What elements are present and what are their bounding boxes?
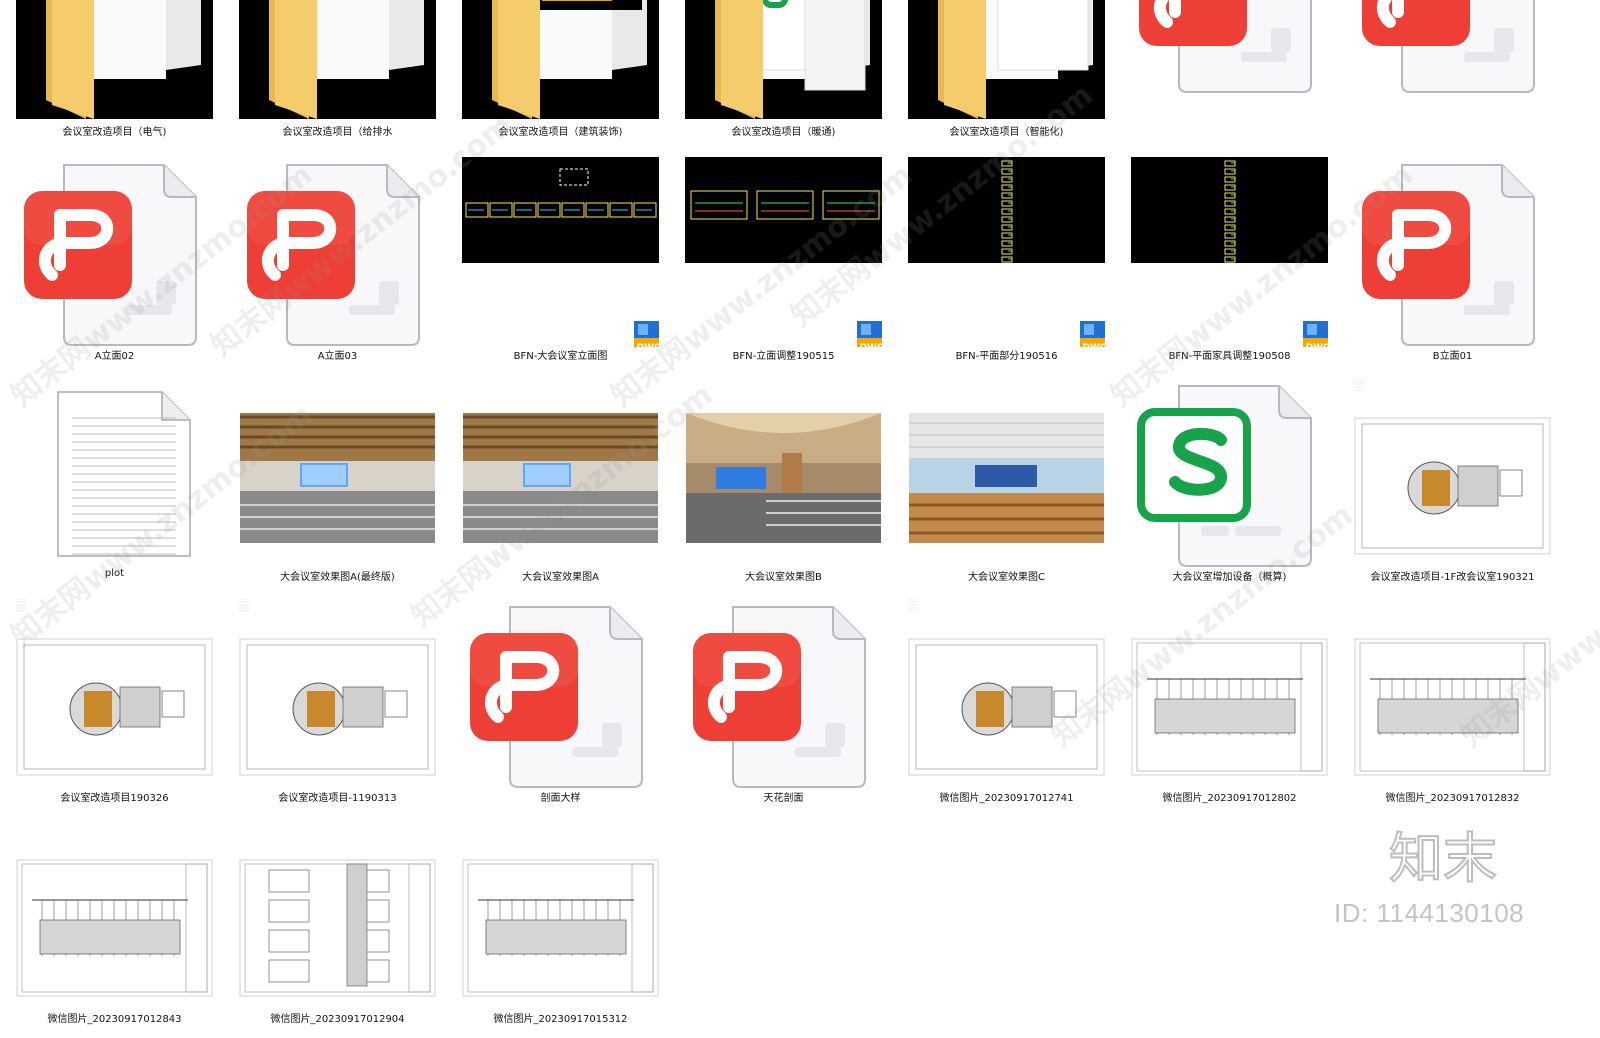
file-item[interactable]: 会议室改造项目190326	[8, 599, 221, 817]
drawing-thumbnail[interactable]	[1354, 599, 1551, 789]
dwg-icon: DWG	[634, 321, 659, 347]
file-item[interactable]: A立面02	[8, 157, 221, 375]
file-name-label: 大会议室效果图B	[745, 572, 822, 583]
text-file-icon[interactable]	[16, 378, 213, 568]
brand-watermark-id: ID: 1144130108	[1334, 898, 1525, 928]
file-name-label: 微信图片_20230917012802	[1162, 793, 1297, 804]
file-item[interactable]: A立面03	[231, 157, 444, 375]
folder-icon[interactable]	[685, 0, 882, 119]
dwg-file-thumbnail[interactable]: DWG	[908, 157, 1105, 347]
pdf-icon[interactable]	[1354, 0, 1551, 94]
file-item[interactable]: 微信图片_20230917012904	[231, 820, 444, 1038]
file-item[interactable]: 微信图片_20230917012741	[900, 599, 1113, 817]
dwg-icon: DWG	[1303, 321, 1328, 347]
file-name-label: 天花剖面	[763, 793, 804, 804]
file-item[interactable]: DWG BFN-平面部分190516	[900, 157, 1113, 375]
file-name-label: 微信图片_20230917015312	[493, 1014, 628, 1025]
file-name-label: 微信图片_20230917012904	[270, 1014, 405, 1025]
drawing-thumbnail[interactable]	[1354, 378, 1551, 568]
file-name-label: 大会议室效果图C	[968, 572, 1045, 583]
folder-icon[interactable]	[462, 0, 659, 119]
file-item[interactable]: DWG BFN-立面调整190515	[677, 157, 890, 375]
file-name-label: BFN-平面家具调整190508	[1168, 351, 1291, 362]
image-thumbnail[interactable]	[239, 378, 436, 568]
file-item[interactable]: 会议室改造项目-1F改会议室190321	[1346, 378, 1559, 596]
folder-icon[interactable]	[16, 0, 213, 119]
drawing-thumbnail[interactable]	[462, 820, 659, 1010]
drawing-thumbnail[interactable]	[239, 820, 436, 1010]
file-item[interactable]: DWG BFN-平面家具调整190508	[1123, 157, 1336, 375]
file-item[interactable]: plot	[8, 378, 221, 596]
file-name-label: 会议室改造项目-1F改会议室190321	[1370, 572, 1535, 583]
file-name-label: 会议室改造项目（建筑装饰)	[498, 127, 623, 138]
file-item[interactable]: 大会议室效果图B	[677, 378, 890, 596]
file-item[interactable]: 大会议室增加设备（概算)	[1123, 378, 1336, 596]
file-name-label: 会议室改造项目190326	[60, 793, 169, 804]
spreadsheet-icon[interactable]	[1131, 378, 1328, 568]
pdf-icon[interactable]	[685, 599, 882, 789]
drawing-thumbnail[interactable]	[1131, 599, 1328, 789]
file-item[interactable]: 大会议室效果图C	[900, 378, 1113, 596]
file-name-label: 微信图片_20230917012843	[47, 1014, 182, 1025]
dwg-icon: DWG	[1080, 321, 1105, 347]
image-thumbnail[interactable]	[685, 378, 882, 568]
file-name-label: 剖面大样	[540, 793, 581, 804]
file-item[interactable]: 微信图片_20230917015312	[454, 820, 667, 1038]
file-item[interactable]: 微信图片_20230917012802	[1123, 599, 1336, 817]
dwg-file-thumbnail[interactable]: DWG	[462, 157, 659, 347]
file-name-label: 大会议室增加设备（概算)	[1172, 572, 1287, 583]
file-item[interactable]: DWG BFN-大会议室立面图	[454, 157, 667, 375]
brand-watermark-logo: 知末	[1388, 826, 1498, 891]
dwg-icon: DWG	[857, 321, 882, 347]
file-name-label: 会议室改造项目-1190313	[278, 793, 397, 804]
dwg-file-thumbnail[interactable]: DWG	[1131, 157, 1328, 347]
drawing-thumbnail[interactable]	[908, 599, 1105, 789]
file-item[interactable]: 微信图片_20230917012832	[1346, 599, 1559, 817]
file-item[interactable]: 会议室改造项目-1190313	[231, 599, 444, 817]
pdf-icon[interactable]	[239, 157, 436, 347]
file-name-label: BFN-大会议室立面图	[513, 351, 608, 362]
drawing-thumbnail[interactable]	[239, 599, 436, 789]
image-thumbnail[interactable]	[462, 378, 659, 568]
file-name-label: 会议室改造项目（电气)	[62, 127, 167, 138]
file-name-label: BFN-立面调整190515	[732, 351, 835, 362]
file-name-label: 会议室改造项目（给排水	[282, 127, 393, 138]
file-name-label: B立面01	[1432, 351, 1473, 362]
file-item[interactable]: 微信图片_20230917012843	[8, 820, 221, 1038]
file-name-label: plot	[104, 568, 125, 579]
pdf-icon[interactable]	[1131, 0, 1328, 94]
pdf-icon[interactable]	[16, 157, 213, 347]
file-name-label: 大会议室效果图A(最终版)	[280, 572, 395, 583]
file-grid: 会议室改造项目（电气) 会议室改造项目（给排水 会议室改造项目（建筑装饰) 会议…	[0, 0, 1600, 1025]
file-name-label: A立面03	[317, 351, 358, 362]
drawing-thumbnail[interactable]	[16, 599, 213, 789]
file-name-label: 会议室改造项目（暖通)	[731, 127, 836, 138]
file-name-label: 大会议室效果图A	[522, 572, 599, 583]
file-name-label: 微信图片_20230917012832	[1385, 793, 1520, 804]
file-item[interactable]: 天花剖面	[677, 599, 890, 817]
file-item[interactable]: 剖面大样	[454, 599, 667, 817]
file-item[interactable]: B立面01	[1346, 157, 1559, 375]
folder-icon[interactable]	[908, 0, 1105, 119]
folder-icon[interactable]	[239, 0, 436, 119]
dwg-file-thumbnail[interactable]: DWG	[685, 157, 882, 347]
file-name-label: BFN-平面部分190516	[955, 351, 1058, 362]
file-name-label: 微信图片_20230917012741	[939, 793, 1074, 804]
image-thumbnail[interactable]	[908, 378, 1105, 568]
file-name-label: A立面02	[94, 351, 135, 362]
file-name-label: 会议室改造项目（智能化)	[949, 127, 1064, 138]
drawing-thumbnail[interactable]	[16, 820, 213, 1010]
pdf-icon[interactable]	[1354, 157, 1551, 347]
file-item[interactable]: 大会议室效果图A	[454, 378, 667, 596]
file-item[interactable]: 大会议室效果图A(最终版)	[231, 378, 444, 596]
pdf-icon[interactable]	[462, 599, 659, 789]
brand-watermark-text: 知末	[1389, 827, 1497, 890]
